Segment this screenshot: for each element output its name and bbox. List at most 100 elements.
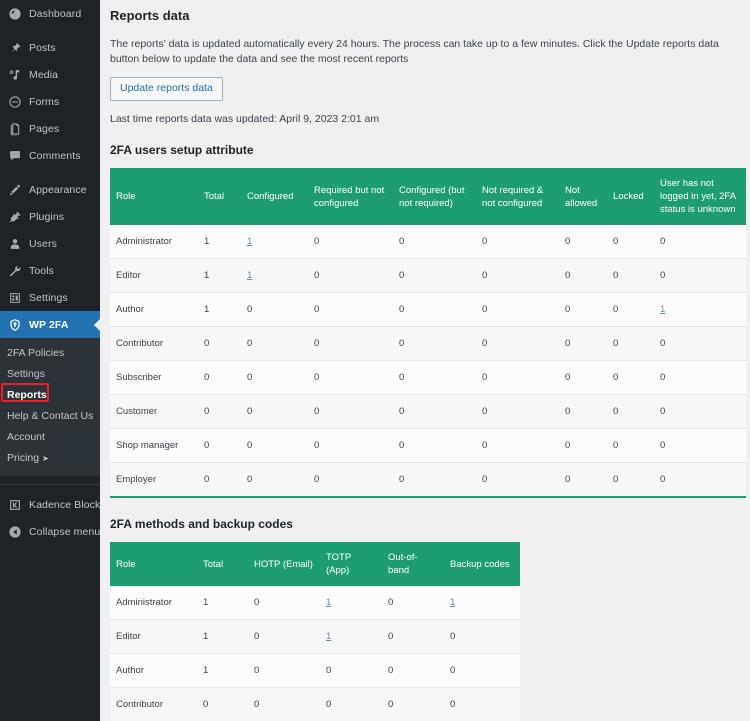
table-row: Editor10100 [110, 620, 520, 654]
role-cell: Administrator [110, 586, 197, 620]
count-cell: 0 [248, 620, 320, 654]
submenu-item-reports-label: Reports [7, 389, 47, 401]
column-header: Total [198, 168, 241, 225]
sidebar-primary-menu: Dashboard Posts Media Forms PagesComments App… [0, 0, 100, 338]
users-setup-tbody: Administrator11000000Editor11000000Autho… [110, 225, 746, 497]
count-cell: 0 [607, 429, 654, 463]
external-link-icon: ➤ [42, 454, 49, 463]
count-cell: 0 [382, 620, 444, 654]
sidebar-item-media[interactable]: Media [0, 61, 100, 88]
count-cell: 0 [607, 327, 654, 361]
submenu-item-settings[interactable]: Settings [0, 364, 100, 385]
table-row: Author10000001 [110, 293, 746, 327]
collapse-icon [7, 524, 22, 539]
table-row: Administrator11000000 [110, 225, 746, 259]
sidebar-submenu-wp2fa: 2FA PoliciesSettings Reports Help & Contac… [0, 338, 100, 476]
count-cell: 1 [198, 225, 241, 259]
role-cell: Editor [110, 620, 197, 654]
count-cell: 1 [198, 293, 241, 327]
role-cell: Author [110, 654, 197, 688]
count-link[interactable]: 1 [450, 597, 455, 608]
count-cell: 0 [198, 429, 241, 463]
count-link[interactable]: 1 [247, 270, 252, 281]
submenu-item-2fa-policies[interactable]: 2FA Policies [0, 343, 100, 364]
count-cell: 0 [476, 327, 559, 361]
sidebar-item-tools[interactable]: Tools [0, 257, 100, 284]
count-cell: 0 [308, 395, 393, 429]
count-cell: 0 [607, 463, 654, 498]
column-header: Configured (but not required) [393, 168, 476, 225]
update-reports-data-button[interactable]: Update reports data [110, 77, 223, 101]
column-header: User has not logged in yet, 2FA status i… [654, 168, 746, 225]
count-link[interactable]: 1 [660, 304, 665, 315]
methods-header-row: RoleTotalHOTP (Email)TOTP (App)Out-of-ba… [110, 542, 520, 586]
count-cell: 0 [308, 361, 393, 395]
sidebar-item-forms[interactable]: Forms [0, 88, 100, 115]
count-cell: 0 [197, 688, 248, 721]
methods-tbody: Administrator10101Editor10100Author10000… [110, 586, 520, 721]
count-link[interactable]: 1 [326, 631, 331, 642]
sidebar-item-kadence-blocks[interactable]: Kadence Blocks [0, 491, 100, 518]
sidebar-item-appearance-label: Appearance [29, 183, 87, 197]
sidebar-item-media-label: Media [29, 68, 58, 82]
sidebar-item-plugins[interactable]: Plugins [0, 203, 100, 230]
count-cell: 0 [308, 429, 393, 463]
sidebar-item-appearance[interactable]: Appearance [0, 176, 100, 203]
count-cell: 0 [476, 395, 559, 429]
count-cell: 1 [654, 293, 746, 327]
sidebar-item-wp2fa[interactable]: WP 2FA [0, 311, 100, 338]
count-cell: 1 [241, 259, 308, 293]
column-header: Not allowed [559, 168, 607, 225]
count-cell: 0 [248, 654, 320, 688]
count-cell: 0 [559, 293, 607, 327]
wrench-icon [7, 263, 22, 278]
count-cell: 0 [444, 688, 520, 721]
count-cell: 0 [308, 463, 393, 498]
pages-icon [7, 121, 22, 136]
count-cell: 0 [654, 225, 746, 259]
sidebar-item-pages[interactable]: Pages [0, 115, 100, 142]
sidebar-item-dashboard[interactable]: Dashboard [0, 0, 100, 27]
methods-table: RoleTotalHOTP (Email)TOTP (App)Out-of-ba… [110, 542, 520, 721]
count-cell: 0 [559, 429, 607, 463]
count-cell: 0 [241, 429, 308, 463]
count-cell: 0 [248, 688, 320, 721]
count-cell: 0 [320, 688, 382, 721]
table-row: Author10000 [110, 654, 520, 688]
count-cell: 0 [607, 225, 654, 259]
methods-title: 2FA methods and backup codes [110, 517, 743, 532]
count-cell: 0 [559, 259, 607, 293]
users-setup-title: 2FA users setup attribute [110, 143, 743, 158]
count-cell: 0 [308, 327, 393, 361]
count-cell: 0 [241, 395, 308, 429]
count-cell: 0 [393, 259, 476, 293]
collapse-menu-button[interactable]: Collapse menu [0, 518, 100, 545]
sidebar-item-posts[interactable]: Posts [0, 34, 100, 61]
count-cell: 0 [444, 654, 520, 688]
count-cell: 0 [393, 429, 476, 463]
forms-icon [7, 94, 22, 109]
column-header: Out-of-band [382, 542, 444, 586]
sidebar-item-forms-label: Forms [29, 95, 59, 109]
table-row: Employer00000000 [110, 463, 746, 498]
sidebar-item-comments[interactable]: Comments [0, 142, 100, 169]
sidebar-item-settings[interactable]: Settings [0, 284, 100, 311]
submenu-item-pricing[interactable]: Pricing➤ [0, 448, 100, 469]
count-link[interactable]: 1 [247, 236, 252, 247]
submenu-item-reports[interactable]: Reports [0, 385, 100, 406]
wp-admin-screen: Dashboard Posts Media Forms PagesComments App… [0, 0, 750, 721]
column-header: Role [110, 542, 197, 586]
users-setup-table: RoleTotalConfiguredRequired but not conf… [110, 168, 746, 498]
comment-icon [7, 148, 22, 163]
sidebar-item-settings-label: Settings [29, 291, 68, 305]
count-link[interactable]: 1 [326, 597, 331, 608]
submenu-item-account[interactable]: Account [0, 427, 100, 448]
table-row: Customer00000000 [110, 395, 746, 429]
methods-section: 2FA methods and backup codes RoleTotalHO… [110, 517, 743, 721]
count-cell: 0 [382, 586, 444, 620]
sidebar-item-users[interactable]: Users [0, 230, 100, 257]
shield-icon [7, 317, 22, 332]
submenu-item-help-contact-us[interactable]: Help & Contact Us [0, 406, 100, 427]
role-cell: Contributor [110, 327, 198, 361]
sliders-icon [7, 290, 22, 305]
